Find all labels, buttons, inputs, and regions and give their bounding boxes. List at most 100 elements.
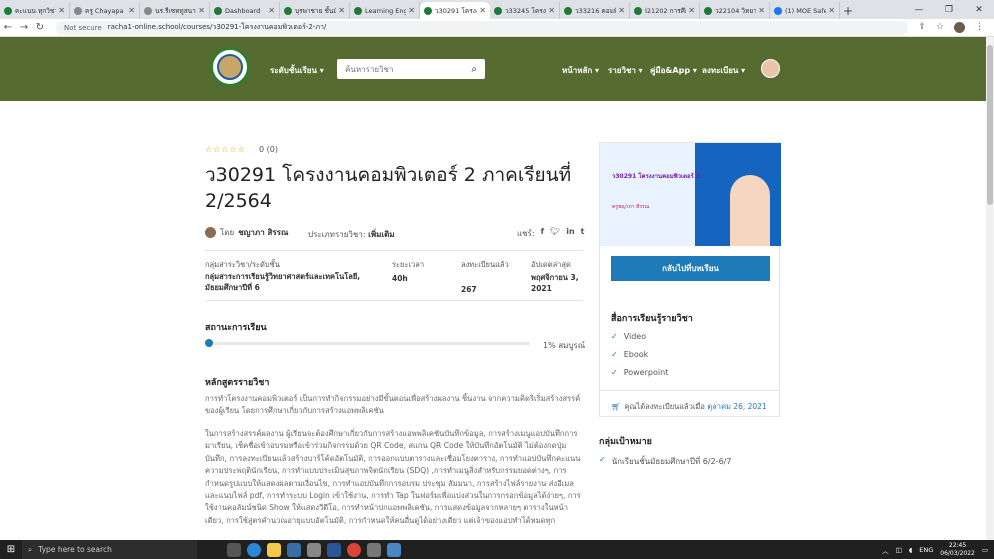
status-heading: สถานะการเรียน	[205, 323, 267, 333]
check-icon: ✓	[611, 332, 618, 341]
enrolled-date: ตุลาคม 26, 2021	[707, 402, 767, 411]
maximize-icon[interactable]: ❐	[934, 0, 964, 19]
notification-icon[interactable]: ▭	[982, 546, 988, 554]
duration-label: ระยะเวลา	[392, 260, 425, 269]
minimize-icon[interactable]: —	[904, 0, 934, 19]
scrollbar-thumb[interactable]	[987, 45, 993, 205]
tab-favicon-icon	[704, 6, 712, 15]
taskbar-search-input[interactable]: Type here to search	[38, 545, 112, 554]
bookmark-star-icon[interactable]: ☆	[936, 22, 944, 33]
app-icon[interactable]	[307, 542, 321, 557]
tab-close-icon[interactable]: ✕	[58, 6, 65, 15]
browser-menu-icon[interactable]: ⋮	[975, 22, 984, 33]
tab-close-icon[interactable]: ✕	[688, 6, 695, 15]
browser-toolbar: ← → ↻ Not secure racha1-online.school/co…	[0, 19, 994, 37]
browser-tab[interactable]: Learning Eng ✕	[350, 2, 420, 19]
menu-manual-app[interactable]: คู่มือ&App ▾	[650, 64, 697, 77]
twitter-icon[interactable]: 🐦︎	[550, 227, 560, 240]
school-logo[interactable]	[210, 47, 250, 87]
by-prefix: โดย	[220, 228, 235, 237]
search-box[interactable]: ค้นหารายวิชา ⌕	[337, 59, 485, 79]
rating-stars: ☆☆☆☆☆	[205, 145, 246, 154]
mail-icon[interactable]	[287, 542, 301, 557]
tab-title: Learning Eng	[365, 6, 407, 15]
calculator-icon[interactable]	[387, 542, 401, 557]
task-view-icon[interactable]	[227, 542, 241, 557]
author-name[interactable]: ชญาภา สิรรณ	[238, 226, 288, 239]
windows-start-icon[interactable]: ⊞	[0, 540, 22, 559]
menu-register[interactable]: ลงทะเบียน ▾	[702, 64, 745, 77]
menu-courses[interactable]: รายวิชา ▾	[608, 64, 643, 77]
clock-date: 06/03/2022	[940, 549, 975, 557]
course-category: ประเภทรายวิชา: เพิ่มเติม	[308, 228, 395, 241]
enrolled-note: 🛒︎ คุณได้ลงทะเบียนแล้วเมื่อ ตุลาคม 26, 20…	[611, 401, 767, 413]
chrome-icon[interactable]	[347, 542, 361, 557]
share-page-icon[interactable]: ⇪	[918, 22, 926, 33]
browser-tab[interactable]: (1) MOE Safe ✕	[770, 2, 840, 19]
address-bar[interactable]: Not secure racha1-online.school/courses/…	[56, 20, 909, 35]
photos-icon[interactable]	[367, 542, 381, 557]
menu-home[interactable]: หน้าหลัก ▾	[562, 64, 599, 77]
tab-close-icon[interactable]: ✕	[198, 6, 205, 15]
browser-tab[interactable]: ว33245 โครงง ✕	[490, 2, 560, 19]
check-icon: ✓	[611, 368, 618, 377]
back-icon[interactable]: ←	[0, 22, 16, 33]
forward-icon[interactable]: →	[16, 22, 32, 33]
user-avatar[interactable]	[761, 59, 780, 78]
close-window-icon[interactable]: ✕	[964, 0, 994, 19]
tab-favicon-icon	[774, 6, 782, 15]
thumbnail-title: ว30291 โครงงานคอมพิวเตอร์ 2	[612, 173, 701, 180]
linkedin-icon[interactable]: in	[566, 227, 574, 240]
page-scrollbar[interactable]	[986, 37, 994, 540]
tab-close-icon[interactable]: ✕	[479, 6, 486, 15]
taskbar-search[interactable]: ⌕ Type here to search	[22, 540, 197, 559]
browser-tab[interactable]: คะแนน ทุกวิชา ✕	[0, 2, 70, 19]
tray-chevron-icon[interactable]: ︿	[882, 545, 889, 555]
tab-favicon-icon	[424, 6, 432, 15]
search-icon[interactable]: ⌕	[471, 64, 477, 75]
browser-tab-strip: คะแนน ทุกวิชา✕ครู Chayapa✕นร.รีเซททูสนาส…	[0, 0, 994, 19]
browser-tab[interactable]: ว30291 โครงง ✕	[420, 2, 490, 19]
browser-tab[interactable]: ครู Chayapa ✕	[70, 2, 140, 19]
tab-favicon-icon	[634, 6, 642, 15]
reload-icon[interactable]: ↻	[32, 22, 48, 33]
site-header: ระดับชั้นเรียน ▾ ค้นหารายวิชา ⌕ หน้าหลัก…	[0, 37, 986, 101]
tab-close-icon[interactable]: ✕	[408, 6, 415, 15]
system-tray: ︿ ◫ ◖ ENG 22:45 06/03/2022 ▭	[882, 540, 988, 559]
browser-tab[interactable]: I21202 การศึก ✕	[630, 2, 700, 19]
browser-tab[interactable]: นร.รีเซททูสนาสรา✕	[140, 2, 210, 19]
tab-close-icon[interactable]: ✕	[128, 6, 135, 15]
language-indicator[interactable]: ENG	[919, 546, 933, 554]
tab-close-icon[interactable]: ✕	[338, 6, 345, 15]
browser-profile-avatar[interactable]	[954, 22, 965, 33]
search-input[interactable]: ค้นหารายวิชา	[345, 63, 471, 76]
volume-icon[interactable]: ◖	[909, 546, 912, 554]
facebook-icon[interactable]: f	[541, 227, 544, 240]
cart-icon: 🛒︎	[611, 402, 621, 411]
tab-favicon-icon	[494, 6, 502, 15]
tab-close-icon[interactable]: ✕	[548, 6, 555, 15]
edge-icon[interactable]	[247, 542, 261, 557]
windows-taskbar: ⊞ ⌕ Type here to search ︿ ◫ ◖ ENG 22:45 …	[0, 540, 994, 559]
media-item: ✓ Ebook	[611, 350, 648, 359]
author-byline: โดย ชญาภา สิรรณ	[205, 226, 288, 239]
clock[interactable]: 22:45 06/03/2022	[940, 542, 975, 558]
network-icon[interactable]: ◫	[896, 546, 902, 554]
browser-tab[interactable]: บุรพาชาย ชั้นมั ✕	[280, 2, 350, 19]
tab-close-icon[interactable]: ✕	[268, 6, 275, 15]
media-heading: สื่อการเรียนรู้รายวิชา	[611, 314, 693, 324]
back-to-lesson-button[interactable]: กลับไปที่บทเรียน	[611, 256, 770, 281]
word-icon[interactable]	[327, 542, 341, 557]
browser-tab[interactable]: ว33216 คอมพิ ✕	[560, 2, 630, 19]
target-item: ✓ นักเรียนชั้นมัธยมศึกษาปีที่ 6/2-6/7	[599, 455, 731, 468]
tab-close-icon[interactable]: ✕	[618, 6, 625, 15]
new-tab-button[interactable]: +	[840, 2, 856, 19]
tab-close-icon[interactable]: ✕	[828, 6, 835, 15]
tumblr-icon[interactable]: t	[581, 227, 585, 240]
tab-close-icon[interactable]: ✕	[758, 6, 765, 15]
tab-favicon-icon	[74, 6, 82, 15]
browser-tab[interactable]: Dashboard ✕	[210, 2, 280, 19]
browser-tab[interactable]: ว22104 วิทยาศ✕	[700, 2, 770, 19]
file-explorer-icon[interactable]	[267, 542, 281, 557]
levels-dropdown[interactable]: ระดับชั้นเรียน ▾	[270, 64, 324, 77]
